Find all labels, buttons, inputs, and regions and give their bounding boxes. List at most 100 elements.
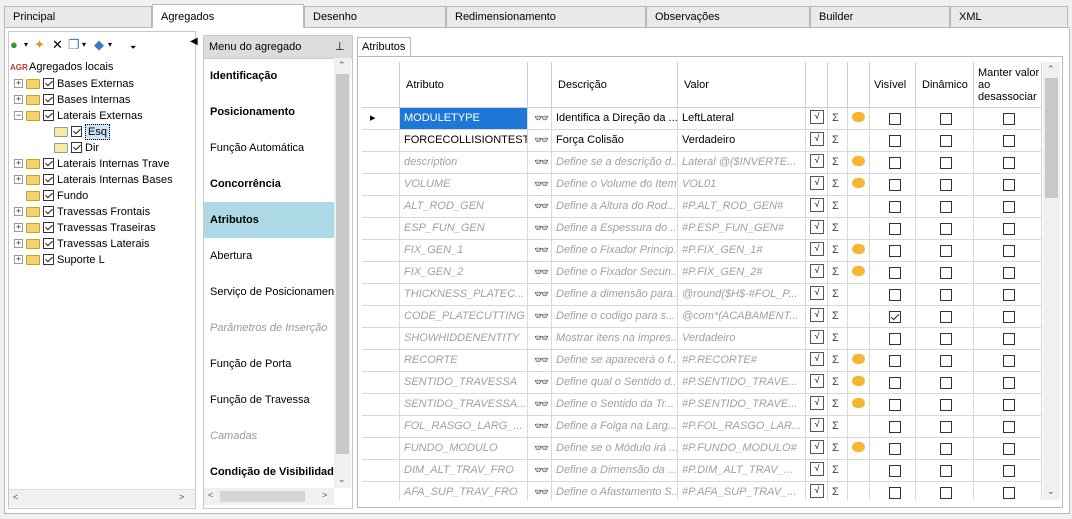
comment-cell[interactable] — [848, 284, 870, 306]
visivel-checkbox[interactable] — [889, 443, 901, 455]
value-cell[interactable]: @round($H$-#FOL_P... — [678, 284, 806, 306]
table-row[interactable]: FORCECOLLISIONTEST 👓 Força Colisão Verdadei… — [362, 130, 1042, 152]
description-cell[interactable]: Identifica a Direção da ... — [552, 108, 678, 130]
description-cell[interactable]: Define a Altura do Rod... — [552, 196, 678, 218]
sum-icon[interactable]: Σ — [828, 152, 848, 174]
row-selector[interactable] — [362, 482, 400, 500]
table-row[interactable]: SENTIDO_TRAVESSA 👓 Define qual o Sentido d… — [362, 372, 1042, 394]
visivel-checkbox[interactable] — [889, 157, 901, 169]
row-selector[interactable] — [362, 174, 400, 196]
table-row[interactable]: CODE_PLATECUTTING 👓 Define o codigo para s… — [362, 306, 1042, 328]
formula-icon[interactable]: √ — [806, 416, 828, 438]
attribute-name-cell[interactable]: FUNDO_MODULO — [400, 438, 528, 460]
sum-icon[interactable]: Σ — [828, 284, 848, 306]
description-cell[interactable]: Define se a descrição d... — [552, 152, 678, 174]
tree-item-checkbox[interactable] — [71, 126, 82, 137]
table-row[interactable]: FUNDO_MODULO 👓 Define se o Módulo irá ... #… — [362, 438, 1042, 460]
binoculars-icon[interactable]: 👓 — [528, 196, 552, 218]
manter-checkbox[interactable] — [1003, 355, 1015, 367]
tree-item[interactable]: + Travessas Laterais — [10, 236, 194, 252]
scroll-right-icon[interactable]: > — [179, 492, 184, 502]
formula-icon[interactable]: √ — [806, 350, 828, 372]
visivel-checkbox[interactable] — [889, 179, 901, 191]
attribute-name-cell[interactable]: CODE_PLATECUTTING — [400, 306, 528, 328]
row-selector[interactable] — [362, 152, 400, 174]
attributes-tab[interactable]: Atributos — [357, 37, 411, 57]
grid-scroll-thumb[interactable] — [1045, 78, 1058, 198]
sum-icon[interactable]: Σ — [828, 108, 848, 130]
table-row[interactable]: ▸ MODULETYPE 👓 Identifica a Direção da ... L… — [362, 108, 1042, 130]
expand-icon[interactable]: + — [14, 223, 23, 232]
attribute-name-cell[interactable]: AFA_SUP_TRAV_FRO — [400, 482, 528, 500]
new-folder-icon[interactable]: ✦ — [34, 37, 45, 53]
tree-item[interactable]: − Laterais Externas — [10, 108, 194, 124]
collapse-left-icon[interactable]: ◀ — [190, 34, 198, 50]
formula-icon[interactable]: √ — [806, 108, 828, 130]
collapse-icon[interactable]: − — [14, 111, 23, 120]
expand-icon[interactable]: + — [14, 239, 23, 248]
comment-cell[interactable] — [848, 460, 870, 482]
comment-cell[interactable] — [848, 196, 870, 218]
table-row[interactable]: FIX_GEN_1 👓 Define o Fixador Princip... #P.… — [362, 240, 1042, 262]
sum-icon[interactable]: Σ — [828, 372, 848, 394]
tree-item-checkbox[interactable] — [43, 94, 54, 105]
tree-item-checkbox[interactable] — [43, 206, 54, 217]
attribute-name-cell[interactable]: MODULETYPE — [400, 108, 528, 130]
formula-icon[interactable]: √ — [806, 152, 828, 174]
comment-cell[interactable] — [848, 306, 870, 328]
tab-principal[interactable]: Principal — [4, 6, 152, 27]
row-selector[interactable] — [362, 284, 400, 306]
menu-item[interactable]: Função Automática — [204, 130, 334, 166]
visivel-checkbox[interactable] — [889, 113, 901, 125]
sum-icon[interactable]: Σ — [828, 262, 848, 284]
table-row[interactable]: description 👓 Define se a descrição d... La… — [362, 152, 1042, 174]
value-cell[interactable]: #P.ESP_FUN_GEN# — [678, 218, 806, 240]
formula-icon[interactable]: √ — [806, 174, 828, 196]
dinamico-checkbox[interactable] — [940, 443, 952, 455]
formula-icon[interactable]: √ — [806, 284, 828, 306]
tab-observações[interactable]: Observações — [646, 6, 810, 27]
description-cell[interactable]: Define o codigo para s... — [552, 306, 678, 328]
row-selector[interactable] — [362, 394, 400, 416]
scroll-left-icon[interactable]: < — [13, 492, 18, 502]
dropdown-arrow-icon[interactable]: ▾ — [24, 37, 28, 53]
sum-icon[interactable]: Σ — [828, 196, 848, 218]
comment-icon[interactable] — [848, 174, 870, 196]
comment-icon[interactable] — [848, 262, 870, 284]
sum-icon[interactable]: Σ — [828, 438, 848, 460]
binoculars-icon[interactable]: 👓 — [528, 460, 552, 482]
row-selector[interactable] — [362, 196, 400, 218]
column-header-attribute[interactable]: Atributo — [400, 62, 528, 108]
dinamico-checkbox[interactable] — [940, 421, 952, 433]
column-header-keep-value[interactable]: Manter valor ao desassociar — [974, 62, 1042, 108]
tree-item-checkbox[interactable] — [43, 222, 54, 233]
tree-item[interactable]: Fundo — [10, 188, 194, 204]
scroll-down-icon[interactable]: ⌄ — [1047, 486, 1055, 497]
value-cell[interactable]: #P.SENTIDO_TRAVE... — [678, 372, 806, 394]
manter-checkbox[interactable] — [1003, 465, 1015, 477]
menu-scroll-thumb[interactable] — [336, 74, 349, 454]
tree-item[interactable]: + Laterais Internas Trave — [10, 156, 194, 172]
tree-item-checkbox[interactable] — [43, 238, 54, 249]
row-selector[interactable] — [362, 218, 400, 240]
manter-checkbox[interactable] — [1003, 289, 1015, 301]
expand-icon[interactable]: + — [14, 207, 23, 216]
table-row[interactable]: ALT_ROD_GEN 👓 Define a Altura do Rod... #P.… — [362, 196, 1042, 218]
table-row[interactable]: VOLUME 👓 Define o Volume do Item VOL01 √ Σ — [362, 174, 1042, 196]
dropdown-arrow-icon[interactable]: ▾ — [82, 37, 86, 53]
binoculars-icon[interactable]: 👓 — [528, 218, 552, 240]
description-cell[interactable]: Define o Fixador Secun... — [552, 262, 678, 284]
column-header-value[interactable]: Valor — [678, 62, 806, 108]
value-cell[interactable]: #P.FOL_RASGO_LAR... — [678, 416, 806, 438]
description-cell[interactable]: Define o Fixador Princip... — [552, 240, 678, 262]
value-cell[interactable]: LeftLateral — [678, 108, 806, 130]
visivel-checkbox[interactable] — [889, 465, 901, 477]
attribute-name-cell[interactable]: SENTIDO_TRAVESSA — [400, 372, 528, 394]
comment-icon[interactable] — [848, 152, 870, 174]
menu-vertical-scrollbar[interactable]: ⌃ ⌄ — [334, 58, 351, 488]
manter-checkbox[interactable] — [1003, 135, 1015, 147]
dinamico-checkbox[interactable] — [940, 399, 952, 411]
dinamico-checkbox[interactable] — [940, 179, 952, 191]
manter-checkbox[interactable] — [1003, 223, 1015, 235]
go-icon[interactable]: ● — [10, 37, 18, 53]
